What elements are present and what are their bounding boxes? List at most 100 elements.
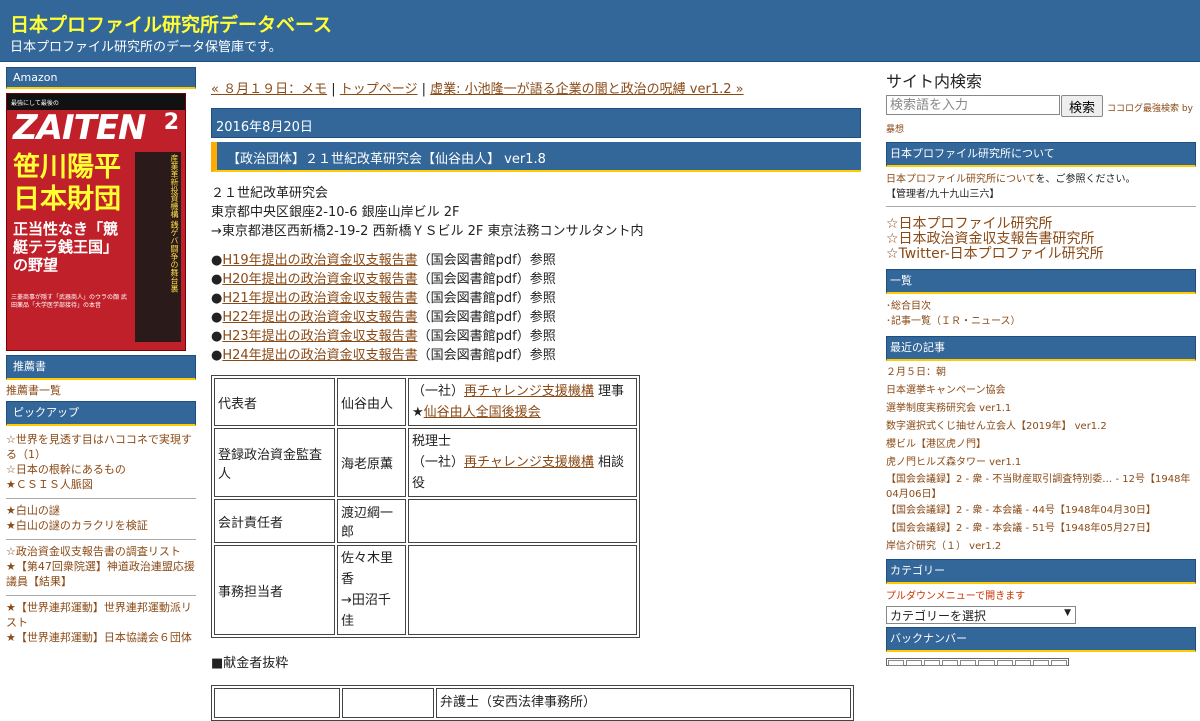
about-text: 日本プロファイル研究所についてを、ご参照ください。 【管理者/九十九山三六】 bbox=[886, 174, 1136, 200]
pickup-link[interactable]: ★白山の謎のカラクリを検証 bbox=[6, 519, 148, 532]
featured-link[interactable]: ☆Twitter-日本プロファイル研究所 bbox=[886, 246, 1104, 262]
magazine-issue: 2 bbox=[163, 110, 179, 135]
about-link[interactable]: 日本プロファイル研究所について bbox=[886, 174, 1036, 185]
recent-post-link[interactable]: 選挙制度実務研究会 ver1.1 bbox=[886, 403, 1011, 414]
recent-post-link[interactable]: 【国会会議録】2 - 衆 - 本会議 - 51号【1948年05月27日】 bbox=[886, 523, 1156, 534]
pickup-link[interactable]: ☆政治資金収支報告書の調査リスト bbox=[6, 545, 181, 558]
report-link[interactable]: H22年提出の政治資金収支報告書 bbox=[222, 310, 417, 325]
magazine-vertical-text: 産業革新投資機構 銭ゲバ闘争の舞台裏 bbox=[135, 152, 181, 342]
left-sidebar: Amazon 最強にして最後の ZAITEN 2 笹川陽平 日本財団 正当性なき「… bbox=[6, 67, 196, 645]
magazine-logo: ZAITEN bbox=[13, 108, 146, 148]
backnumber-calendar[interactable] bbox=[886, 658, 1069, 666]
table-cell: 海老原薫 bbox=[337, 428, 406, 497]
recommend-header: 推薦書 bbox=[6, 355, 196, 380]
magazine-small-text: 三菱商事が隠す「武器商人」のウラの顔 武田薬品「大学医学部接待」の本音 bbox=[11, 294, 127, 309]
table-cell bbox=[214, 688, 340, 718]
pickup-group-1: ☆世界を見透す目はハココネで実現する（1） ☆日本の根幹にあるもの ★ＣＳＩＳ人… bbox=[6, 432, 196, 492]
site-title[interactable]: 日本プロファイル研究所データベース bbox=[10, 10, 332, 37]
table-cell bbox=[408, 499, 637, 543]
post-title[interactable]: 【政治団体】２１世紀改革研究会【仙谷由人】 ver1.8 bbox=[211, 142, 861, 172]
list-header: 一覧 bbox=[886, 269, 1196, 294]
list-link[interactable]: ･記事一覧（ＩＲ・ニュース） bbox=[886, 316, 1021, 327]
donor-table: 弁護士（安西法律事務所） bbox=[211, 685, 854, 721]
magazine-subheadline: 正当性なき「競艇テラ銭王国」の野望 bbox=[13, 220, 119, 274]
featured-link[interactable]: ☆日本プロファイル研究所 bbox=[886, 216, 1053, 232]
recent-post-link[interactable]: 岸信介研究（１） ver1.2 bbox=[886, 541, 1001, 552]
table-cell bbox=[408, 545, 637, 635]
next-post-link[interactable]: 虚業: 小池隆一が語る企業の闇と政治の呪縛 ver1.2 » bbox=[430, 82, 743, 97]
main-content: « ８月１９日：メモ | トップページ | 虚業: 小池隆一が語る企業の闇と政治… bbox=[211, 78, 861, 721]
divider bbox=[6, 498, 196, 499]
officer-table: 代表者 仙谷由人 （一社）再チャレンジ支援機構 理事 ★仙谷由人全国後援会 登録… bbox=[211, 375, 640, 638]
featured-link[interactable]: ☆日本政治資金収支報告書研究所 bbox=[886, 231, 1095, 247]
recent-post-link[interactable]: 櫻ビル【港区虎ノ門】 bbox=[886, 439, 986, 450]
recent-header: 最近の記事 bbox=[886, 336, 1196, 361]
nav-separator: | bbox=[417, 82, 431, 97]
table-row: 登録政治資金監査人 海老原薫 税理士 （一社）再チャレンジ支援機構 相談役 bbox=[214, 428, 637, 497]
table-row: 弁護士（安西法律事務所） bbox=[214, 688, 851, 718]
report-link[interactable]: H19年提出の政治資金収支報告書 bbox=[222, 253, 417, 268]
pickup-link[interactable]: ★【世界連邦運動】日本協議会６団体 bbox=[6, 631, 192, 644]
report-item: ●H23年提出の政治資金収支報告書（国会図書館pdf）参照 bbox=[211, 329, 556, 344]
table-link[interactable]: 仙谷由人全国後援会 bbox=[424, 405, 541, 420]
list-link[interactable]: ･総合目次 bbox=[886, 301, 931, 312]
report-item: ●H20年提出の政治資金収支報告書（国会図書館pdf）参照 bbox=[211, 272, 556, 287]
report-link[interactable]: H20年提出の政治資金収支報告書 bbox=[222, 272, 417, 287]
pickup-group-3: ☆政治資金収支報告書の調査リスト ★【第47回衆院選】神道政治連盟応援議員【結果… bbox=[6, 544, 196, 589]
search-input[interactable] bbox=[886, 95, 1060, 115]
recent-post-link[interactable]: 日本選挙キャンペーン協会 bbox=[886, 385, 1006, 396]
report-item: ●H22年提出の政治資金収支報告書（国会図書館pdf）参照 bbox=[211, 310, 556, 325]
search-form: 検索 ココログ最強検索 by bbox=[886, 95, 1196, 117]
top-page-link[interactable]: トップページ bbox=[340, 82, 418, 97]
recommend-list-link[interactable]: 推薦書一覧 bbox=[6, 384, 61, 397]
table-row: 代表者 仙谷由人 （一社）再チャレンジ支援機構 理事 ★仙谷由人全国後援会 bbox=[214, 378, 637, 426]
prev-post-link[interactable]: « ８月１９日：メモ bbox=[211, 82, 327, 97]
about-header: 日本プロファイル研究所について bbox=[886, 142, 1196, 167]
report-link[interactable]: H21年提出の政治資金収支報告書 bbox=[222, 291, 417, 306]
pickup-group-2: ★白山の謎 ★白山の謎のカラクリを検証 bbox=[6, 503, 196, 533]
table-cell: 事務担当者 bbox=[214, 545, 335, 635]
donor-heading: ■献金者抜粋 bbox=[211, 656, 289, 671]
table-cell: 代表者 bbox=[214, 378, 335, 426]
divider bbox=[886, 206, 1196, 207]
right-sidebar: サイト内検索 検索 ココログ最強検索 by 暴想 日本プロファイル研究所について… bbox=[886, 68, 1196, 666]
report-item: ●H24年提出の政治資金収支報告書（国会図書館pdf）参照 bbox=[211, 348, 556, 363]
report-item: ●H21年提出の政治資金収支報告書（国会図書館pdf）参照 bbox=[211, 291, 556, 306]
category-select[interactable]: カテゴリーを選択 ▼ bbox=[886, 606, 1076, 624]
amazon-header: Amazon bbox=[6, 67, 196, 89]
search-title: サイト内検索 bbox=[886, 72, 983, 91]
post-date: 2016年8月20日 bbox=[211, 108, 861, 138]
pickup-link[interactable]: ★【第47回衆院選】神道政治連盟応援議員【結果】 bbox=[6, 560, 195, 588]
recent-post-link[interactable]: 【国会会議録】2 - 衆 - 本会議 - 44号【1948年04月30日】 bbox=[886, 505, 1156, 516]
powered-link[interactable]: ココログ最強検索 by bbox=[1107, 104, 1193, 114]
table-cell: 登録政治資金監査人 bbox=[214, 428, 335, 497]
recent-post-link[interactable]: 【国会会議録】2 - 衆 - 不当財産取引調査特別委… - 12号【1948年0… bbox=[886, 474, 1190, 500]
pickup-link[interactable]: ★【世界連邦運動】世界連邦運動派リスト bbox=[6, 601, 192, 629]
recent-post-link[interactable]: 虎ノ門ヒルズ森タワー ver1.1 bbox=[886, 457, 1021, 468]
recommend-link[interactable]: 推薦書一覧 bbox=[6, 383, 196, 398]
recent-post-link[interactable]: ２月５日：朝 bbox=[886, 367, 946, 378]
pickup-link[interactable]: ★白山の謎 bbox=[6, 504, 60, 517]
pickup-link[interactable]: ☆日本の根幹にあるもの bbox=[6, 463, 126, 476]
divider bbox=[6, 539, 196, 540]
pickup-link[interactable]: ★ＣＳＩＳ人脈図 bbox=[6, 478, 93, 491]
nav-separator: | bbox=[327, 82, 340, 97]
report-link[interactable]: H24年提出の政治資金収支報告書 bbox=[222, 348, 417, 363]
post-navigation: « ８月１９日：メモ | トップページ | 虚業: 小池隆一が語る企業の闇と政治… bbox=[211, 78, 861, 100]
table-cell: 会計責任者 bbox=[214, 499, 335, 543]
list-items: ･総合目次 ･記事一覧（ＩＲ・ニュース） bbox=[886, 299, 1196, 329]
report-item: ●H19年提出の政治資金収支報告書（国会図書館pdf）参照 bbox=[211, 253, 556, 268]
powered-author[interactable]: 暴想 bbox=[886, 122, 1196, 135]
address-line: →東京都港区西新橋2-19-2 西新橋ＹＳビル 2F 東京法務コンサルタント内 bbox=[211, 224, 644, 239]
magazine-cover-image[interactable]: 最強にして最後の ZAITEN 2 笹川陽平 日本財団 正当性なき「競艇テラ銭王国… bbox=[6, 93, 186, 351]
pickup-link[interactable]: ☆世界を見透す目はハココネで実現する（1） bbox=[6, 433, 192, 461]
chevron-down-icon: ▼ bbox=[1064, 608, 1071, 618]
address-line: 東京都中央区銀座2-10-6 銀座山岸ビル 2F bbox=[211, 205, 460, 220]
report-link[interactable]: H23年提出の政治資金収支報告書 bbox=[222, 329, 417, 344]
address-line: ２１世紀改革研究会 bbox=[211, 186, 329, 201]
table-link[interactable]: 再チャレンジ支援機構 bbox=[464, 384, 594, 399]
table-row: 事務担当者 佐々木里香 →田沼千佳 bbox=[214, 545, 637, 635]
search-button[interactable]: 検索 bbox=[1061, 95, 1103, 117]
recent-post-link[interactable]: 数字選択式くじ抽せん立会人【2019年】 ver1.2 bbox=[886, 421, 1107, 432]
table-link[interactable]: 再チャレンジ支援機構 bbox=[464, 455, 594, 470]
